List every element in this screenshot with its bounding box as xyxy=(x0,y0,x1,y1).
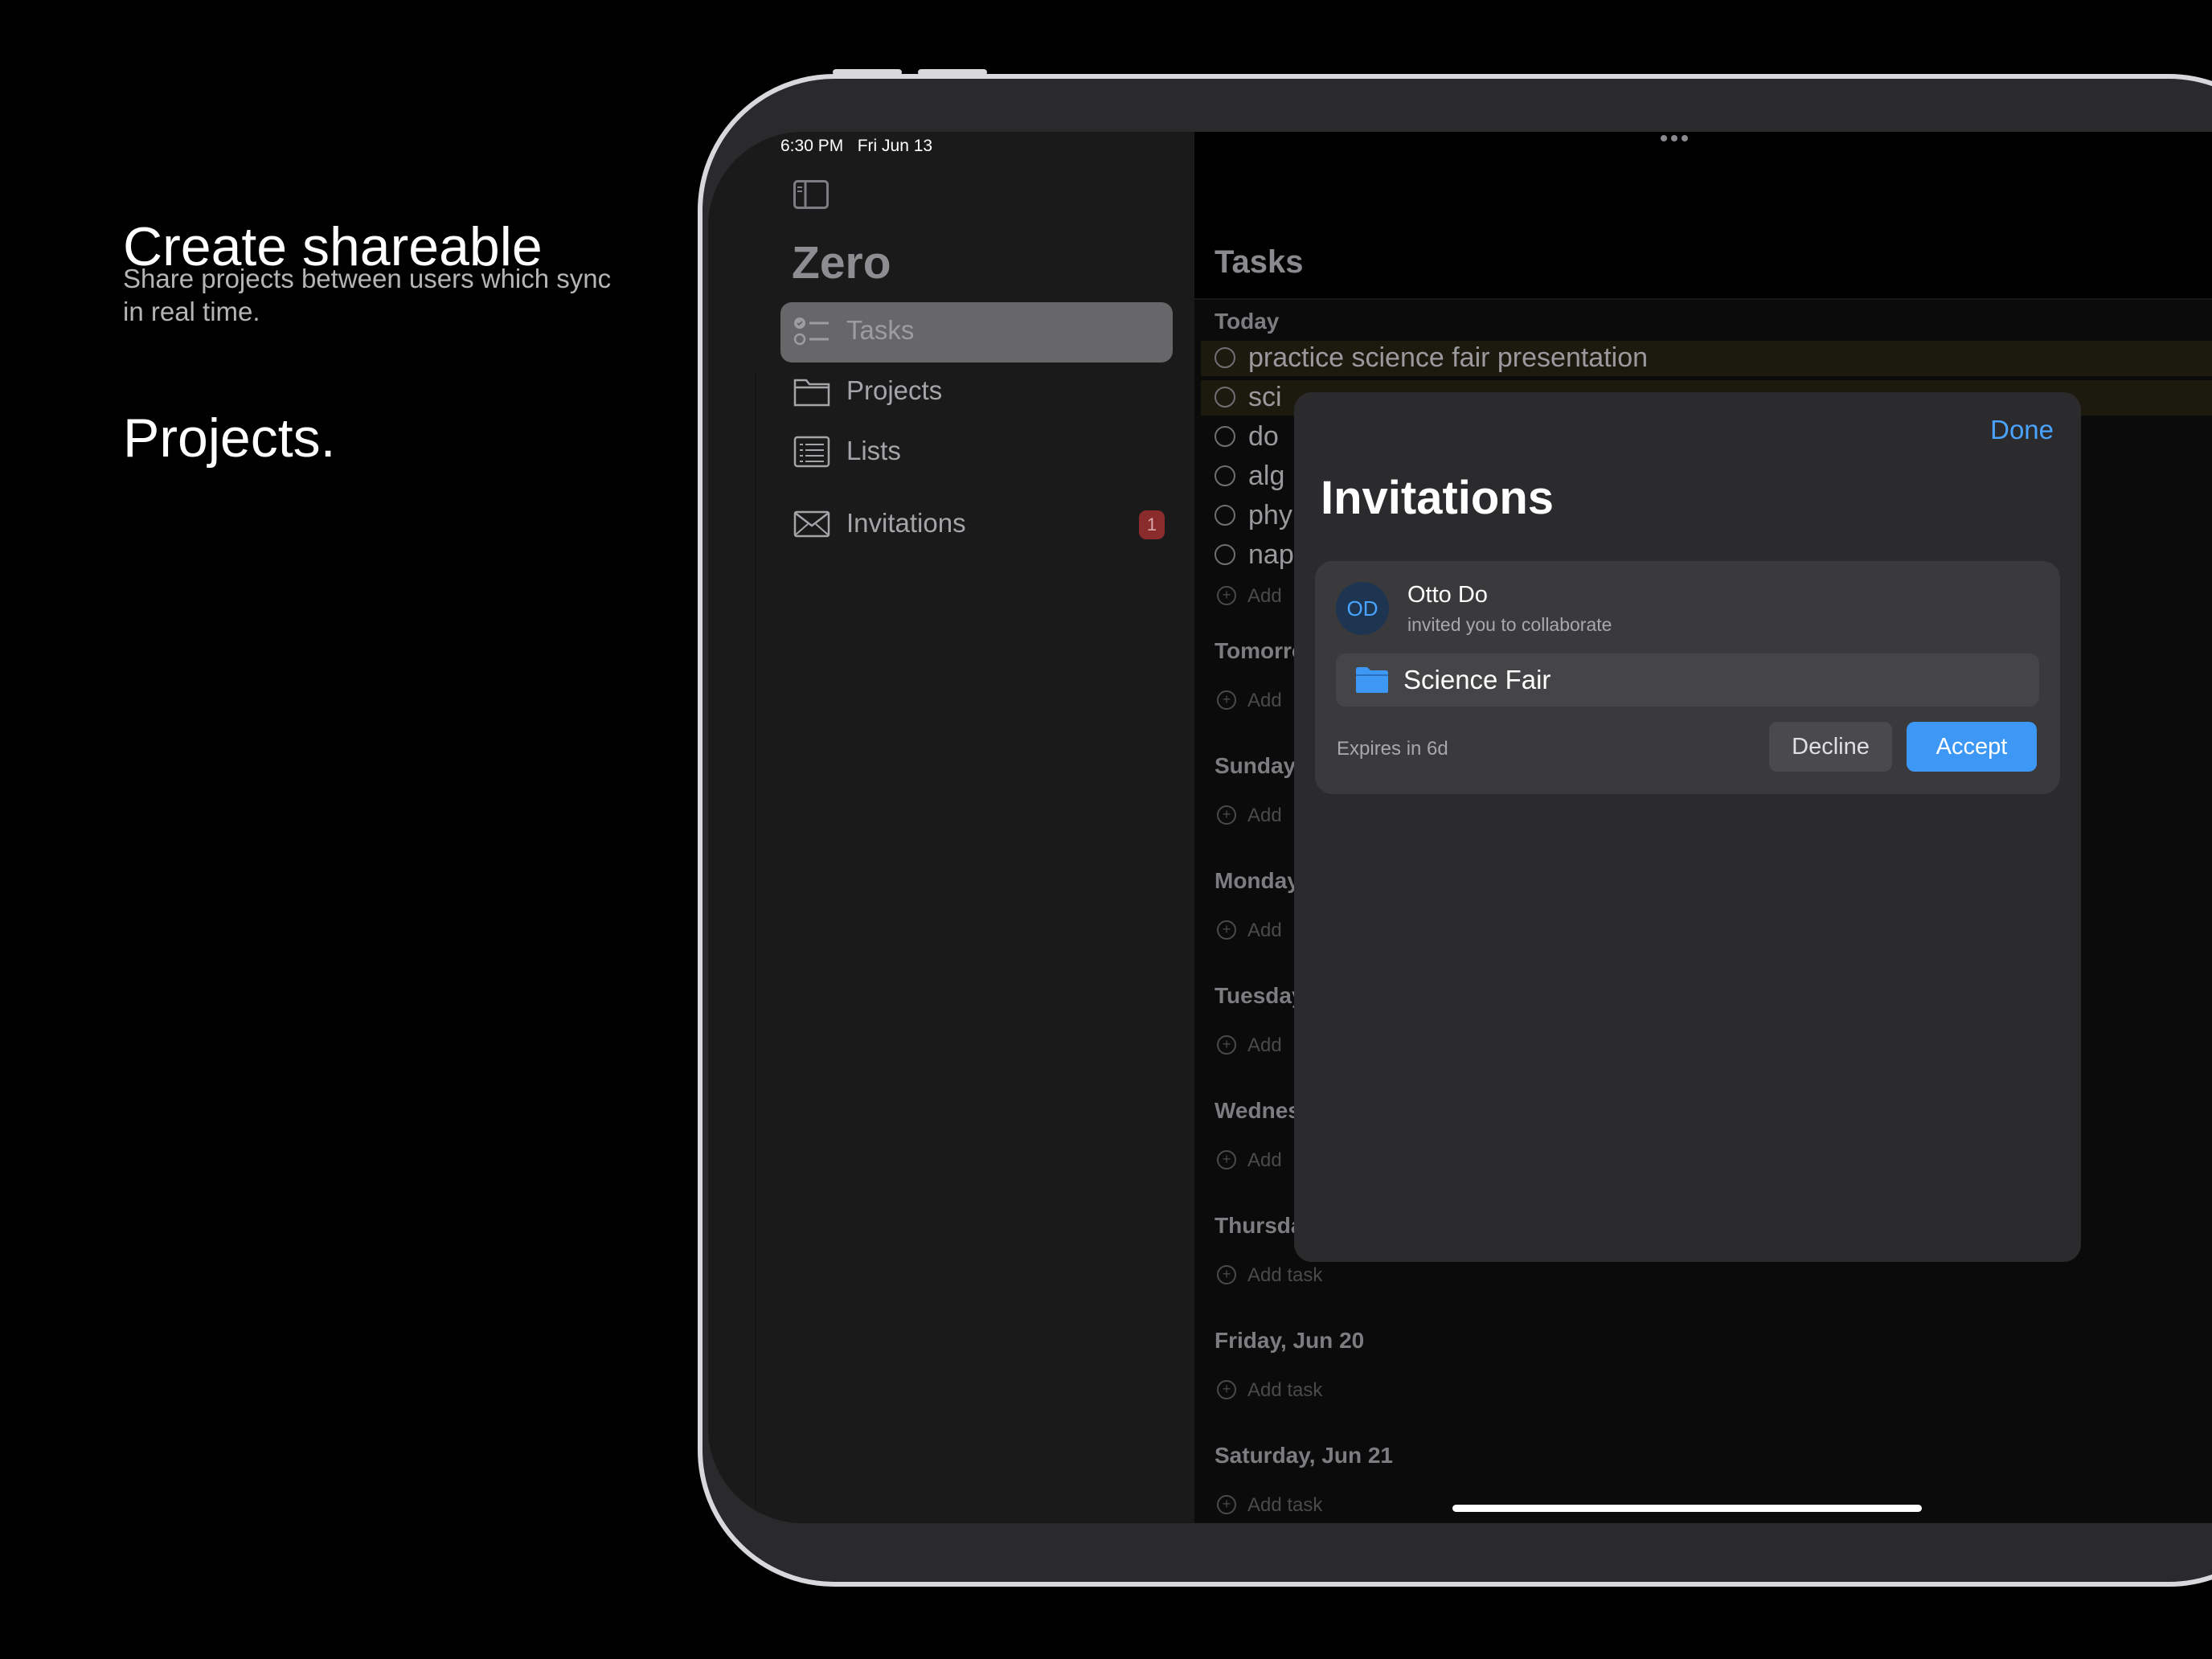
task-item[interactable]: alg xyxy=(1215,461,1284,492)
header-divider xyxy=(1194,298,2212,300)
task-item[interactable]: nap xyxy=(1215,539,1294,571)
project-name: Science Fair xyxy=(1403,665,1551,694)
plus-icon: + xyxy=(1217,1264,1236,1284)
add-task-button[interactable]: + Add xyxy=(1217,1149,1282,1172)
decline-button[interactable]: Decline xyxy=(1769,722,1892,772)
plus-icon: + xyxy=(1217,585,1236,605)
plus-icon: + xyxy=(1217,1494,1236,1514)
expires-label: Expires in 6d xyxy=(1337,738,1448,760)
plus-icon: + xyxy=(1217,920,1236,940)
more-dots-icon[interactable] xyxy=(1660,132,1689,141)
task-checkbox[interactable] xyxy=(1215,347,1235,369)
folder-icon xyxy=(793,375,830,408)
status-time: 6:30 PM Fri Jun 13 xyxy=(780,137,933,155)
home-indicator xyxy=(1452,1505,1922,1512)
plus-icon: + xyxy=(1217,805,1236,825)
invitations-badge: 1 xyxy=(1139,510,1165,539)
section-heading: Monday xyxy=(1215,868,1300,893)
promo-subtitle: Share projects between users which sync … xyxy=(123,264,612,326)
task-item[interactable]: phy xyxy=(1215,500,1292,531)
section-heading: Sunday, xyxy=(1215,753,1301,778)
sidebar-item-label: Invitations xyxy=(846,508,966,538)
accept-button[interactable]: Accept xyxy=(1907,722,2037,772)
page-title: Tasks xyxy=(1215,244,1304,280)
content-header xyxy=(1194,132,2212,299)
task-item[interactable]: do xyxy=(1215,421,1279,453)
invitation-card: OD Otto Do invited you to collaborate Sc… xyxy=(1315,561,2060,794)
modal-title: Invitations xyxy=(1321,472,1555,524)
add-task-button[interactable]: + Add xyxy=(1217,920,1282,942)
add-task-button[interactable]: + Add task xyxy=(1217,1379,1322,1402)
folder-icon xyxy=(1355,666,1389,698)
add-task-button[interactable]: + Add task xyxy=(1217,1494,1322,1517)
task-checkbox[interactable] xyxy=(1215,505,1235,526)
add-task-button[interactable]: + Add xyxy=(1217,690,1282,712)
sidebar-item-label: Projects xyxy=(846,375,943,405)
promo-title: Create shareable Projects. xyxy=(123,103,543,582)
project-row: Science Fair xyxy=(1336,653,2039,707)
task-item[interactable]: practice science fair presentation xyxy=(1215,342,1648,374)
section-heading: Thursda xyxy=(1215,1213,1304,1238)
sidebar-item-lists[interactable]: Lists xyxy=(780,423,1173,483)
sidebar-item-projects[interactable]: Projects xyxy=(780,363,1173,423)
plus-icon: + xyxy=(1217,1379,1236,1399)
sidebar: 6:30 PM Fri Jun 13 Zero Tasks Projects L… xyxy=(708,132,1190,1523)
section-heading: Tuesday xyxy=(1215,983,1305,1008)
list-icon xyxy=(793,436,830,468)
sidebar-toggle-icon[interactable] xyxy=(793,180,829,209)
section-heading: Tomorro xyxy=(1215,638,1306,663)
task-checkbox[interactable] xyxy=(1215,426,1235,448)
invitations-modal: Done Invitations OD Otto Do invited you … xyxy=(1294,392,2081,1262)
add-task-button[interactable]: + Add xyxy=(1217,585,1282,608)
task-checkbox[interactable] xyxy=(1215,544,1235,566)
section-heading: Wednes xyxy=(1215,1098,1301,1123)
sidebar-item-label: Lists xyxy=(846,436,901,465)
inviter-name: Otto Do xyxy=(1407,582,1488,608)
sidebar-item-tasks[interactable]: Tasks xyxy=(780,302,1173,363)
envelope-icon xyxy=(793,508,830,540)
avatar: OD xyxy=(1336,582,1389,635)
plus-icon: + xyxy=(1217,1149,1236,1169)
add-task-button[interactable]: + Add task xyxy=(1217,1264,1322,1287)
sidebar-item-label: Tasks xyxy=(846,315,915,345)
done-button[interactable]: Done xyxy=(1990,415,2054,445)
sidebar-divider xyxy=(755,373,756,1523)
invite-message: invited you to collaborate xyxy=(1407,614,1612,635)
tasks-icon xyxy=(793,315,830,347)
plus-icon: + xyxy=(1217,1034,1236,1055)
promo-title-line-2: Projects. xyxy=(123,408,336,469)
add-task-button[interactable]: + Add xyxy=(1217,1034,1282,1057)
task-checkbox[interactable] xyxy=(1215,465,1235,487)
sidebar-item-invitations[interactable]: Invitations 1 xyxy=(780,495,1173,555)
plus-icon: + xyxy=(1217,690,1236,710)
add-task-button[interactable]: + Add xyxy=(1217,805,1282,827)
section-heading: Friday, Jun 20 xyxy=(1215,1328,1365,1353)
section-today: Today xyxy=(1215,309,1280,334)
task-item[interactable]: sci xyxy=(1215,382,1282,413)
task-checkbox[interactable] xyxy=(1215,387,1235,408)
section-heading: Saturday, Jun 21 xyxy=(1215,1443,1394,1468)
app-title: Zero xyxy=(792,237,891,289)
